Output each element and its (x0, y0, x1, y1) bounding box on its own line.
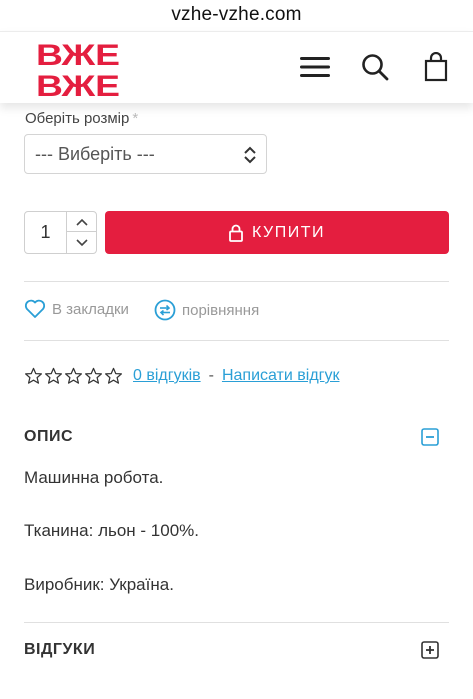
star-empty-icon (45, 367, 62, 384)
heart-icon (24, 299, 46, 318)
shopping-bag-icon[interactable] (419, 50, 453, 84)
divider (24, 281, 449, 282)
write-review-link[interactable]: Написати відгук (222, 367, 340, 385)
star-empty-icon (105, 367, 122, 384)
menu-icon[interactable] (298, 50, 332, 84)
collapse-icon[interactable] (421, 428, 439, 446)
star-empty-icon (25, 367, 42, 384)
quantity-increase-button[interactable] (67, 212, 96, 232)
size-label: Оберіть розмір * (25, 110, 138, 127)
chevron-down-icon (76, 238, 88, 246)
chevron-up-icon (76, 218, 88, 226)
rating-stars (24, 367, 123, 385)
lock-icon (229, 224, 243, 242)
required-mark: * (132, 110, 139, 127)
quantity-stepper: 1 (24, 211, 97, 254)
wishlist-button[interactable]: В закладки (24, 299, 129, 319)
browser-url-bar[interactable]: vzhe-vzhe.com (0, 0, 473, 30)
url-text: vzhe-vzhe.com (171, 4, 302, 25)
expand-icon[interactable] (421, 641, 439, 659)
size-select-value: --- Виберіть --- (35, 143, 155, 164)
separator: - (208, 367, 214, 384)
buy-label: КУПИТИ (252, 223, 325, 241)
svg-text:ВЖЕ: ВЖЕ (36, 70, 120, 98)
compare-icon (154, 299, 176, 321)
compare-label: порівняння (182, 301, 260, 319)
select-arrows-icon (243, 146, 257, 169)
site-logo[interactable]: ВЖЕ ВЖЕ (35, 38, 121, 103)
rating-row: 0 відгуків - Написати відгук (24, 367, 340, 385)
description-line: Машинна робота. (24, 468, 164, 487)
reviews-count-link[interactable]: 0 відгуків (133, 367, 201, 385)
size-label-text: Оберіть розмір (25, 110, 130, 127)
buy-button[interactable]: КУПИТИ (105, 211, 449, 254)
reviews-title[interactable]: ВІДГУКИ (24, 641, 95, 659)
compare-button[interactable]: порівняння (154, 299, 259, 321)
site-header: ВЖЕ ВЖЕ (0, 31, 473, 103)
wishlist-label: В закладки (52, 300, 129, 318)
description-line: Тканина: льон - 100%. (24, 521, 200, 540)
star-empty-icon (65, 367, 82, 384)
quantity-decrease-button[interactable] (67, 232, 96, 253)
description-title[interactable]: ОПИС (24, 428, 73, 446)
search-icon[interactable] (358, 50, 392, 84)
size-select[interactable]: --- Виберіть --- (24, 134, 267, 174)
quantity-input[interactable]: 1 (25, 212, 67, 253)
description-line: Виробник: Україна. (24, 575, 174, 594)
divider (24, 622, 449, 623)
divider (24, 340, 449, 341)
svg-text:ВЖЕ: ВЖЕ (36, 39, 120, 72)
star-empty-icon (85, 367, 102, 384)
